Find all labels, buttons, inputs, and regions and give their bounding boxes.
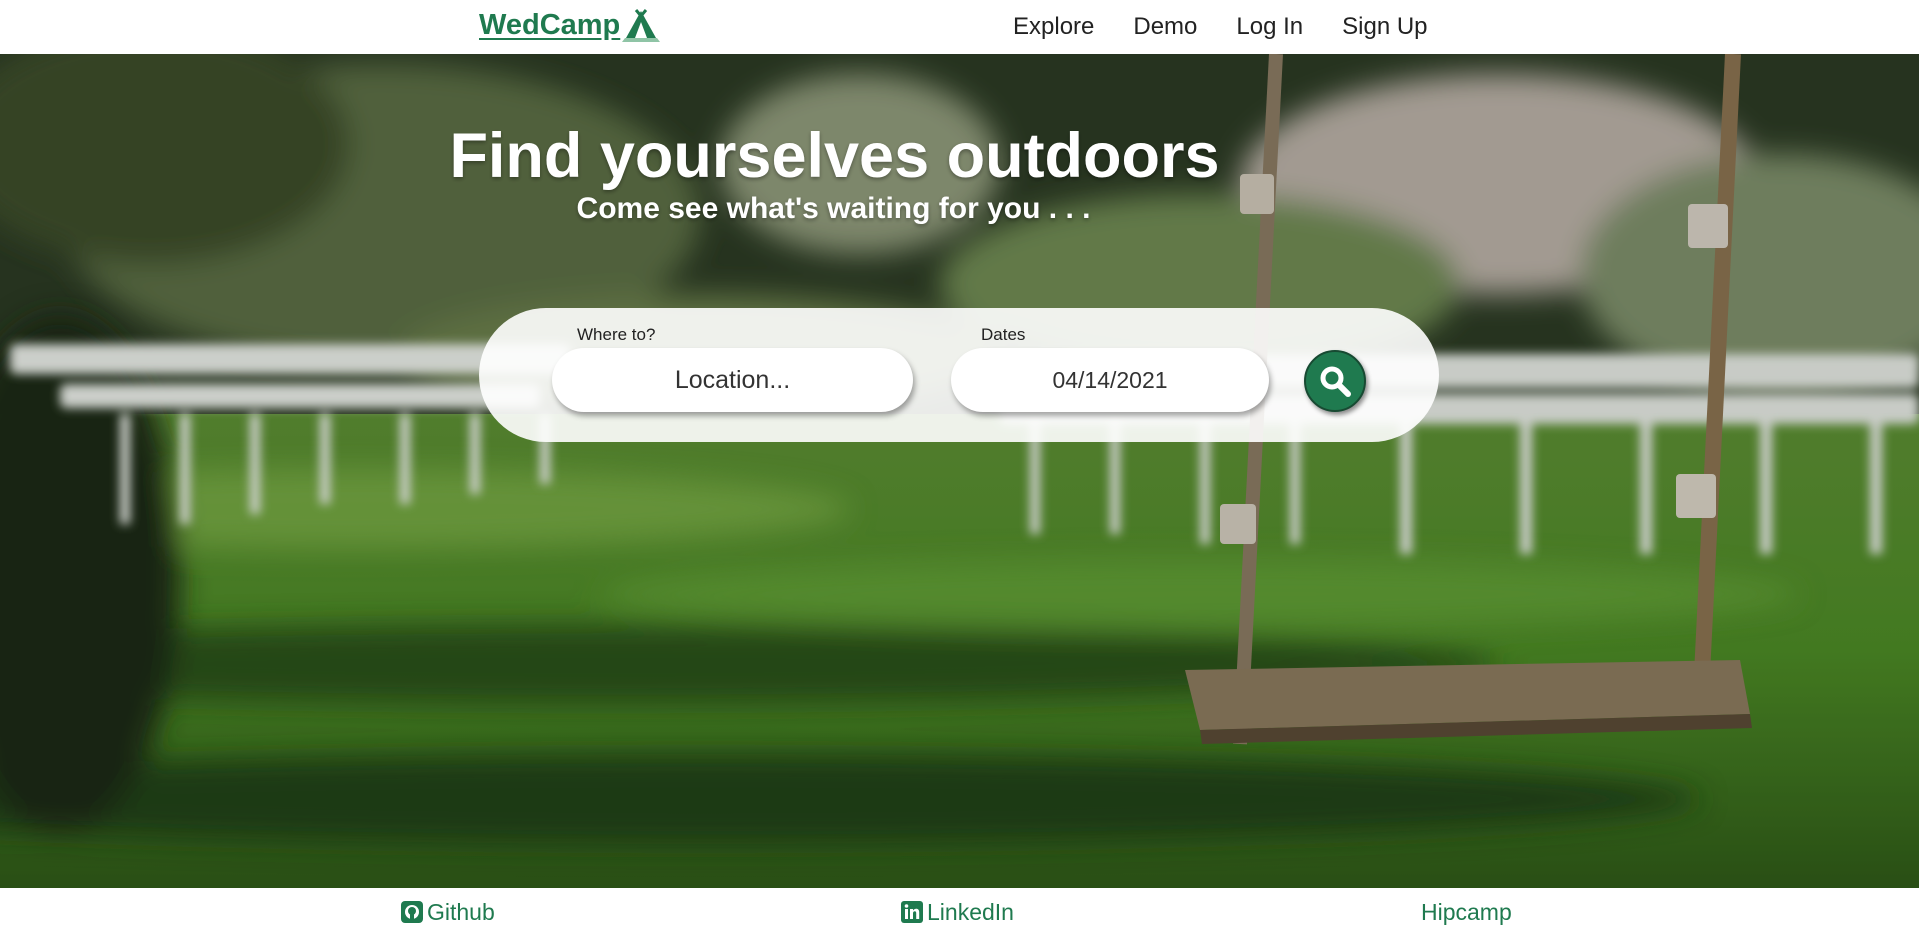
- hipcamp-link[interactable]: Hipcamp: [1421, 899, 1512, 925]
- location-input[interactable]: [552, 348, 913, 412]
- footer: Github LinkedIn Hipcamp: [0, 888, 1919, 935]
- github-link[interactable]: Github: [401, 899, 495, 925]
- hero-title: Find yourselves outdoors: [449, 121, 1220, 191]
- linkedin-label: LinkedIn: [927, 899, 1014, 925]
- github-icon: [401, 901, 423, 923]
- search-button[interactable]: [1304, 350, 1366, 412]
- linkedin-icon: [901, 901, 923, 923]
- hero-subtitle: Come see what's waiting for you . . .: [576, 192, 1091, 225]
- nav-links: Explore Demo Log In Sign Up: [1013, 12, 1467, 42]
- magnifier-icon: [1320, 366, 1351, 397]
- date-input[interactable]: [951, 348, 1269, 412]
- tent-icon: [622, 9, 661, 42]
- github-label: Github: [427, 899, 495, 925]
- logo-text: WedCamp: [479, 9, 621, 41]
- logo-link[interactable]: WedCamp: [479, 8, 661, 42]
- hipcamp-label: Hipcamp: [1421, 899, 1512, 925]
- hero-section: Find yourselves outdoors Come see what's…: [0, 54, 1919, 888]
- nav-demo-link[interactable]: Demo: [1133, 12, 1197, 42]
- location-label: Where to?: [577, 325, 656, 344]
- dates-label: Dates: [981, 325, 1026, 344]
- nav-signup-link[interactable]: Sign Up: [1342, 12, 1427, 42]
- nav-login-link[interactable]: Log In: [1236, 12, 1303, 42]
- nav-explore-link[interactable]: Explore: [1013, 12, 1094, 42]
- top-nav: WedCamp Explore Demo Log In Sign Up: [0, 0, 1919, 54]
- search-form: Where to? Dates: [479, 308, 1439, 442]
- linkedin-link[interactable]: LinkedIn: [901, 899, 1014, 925]
